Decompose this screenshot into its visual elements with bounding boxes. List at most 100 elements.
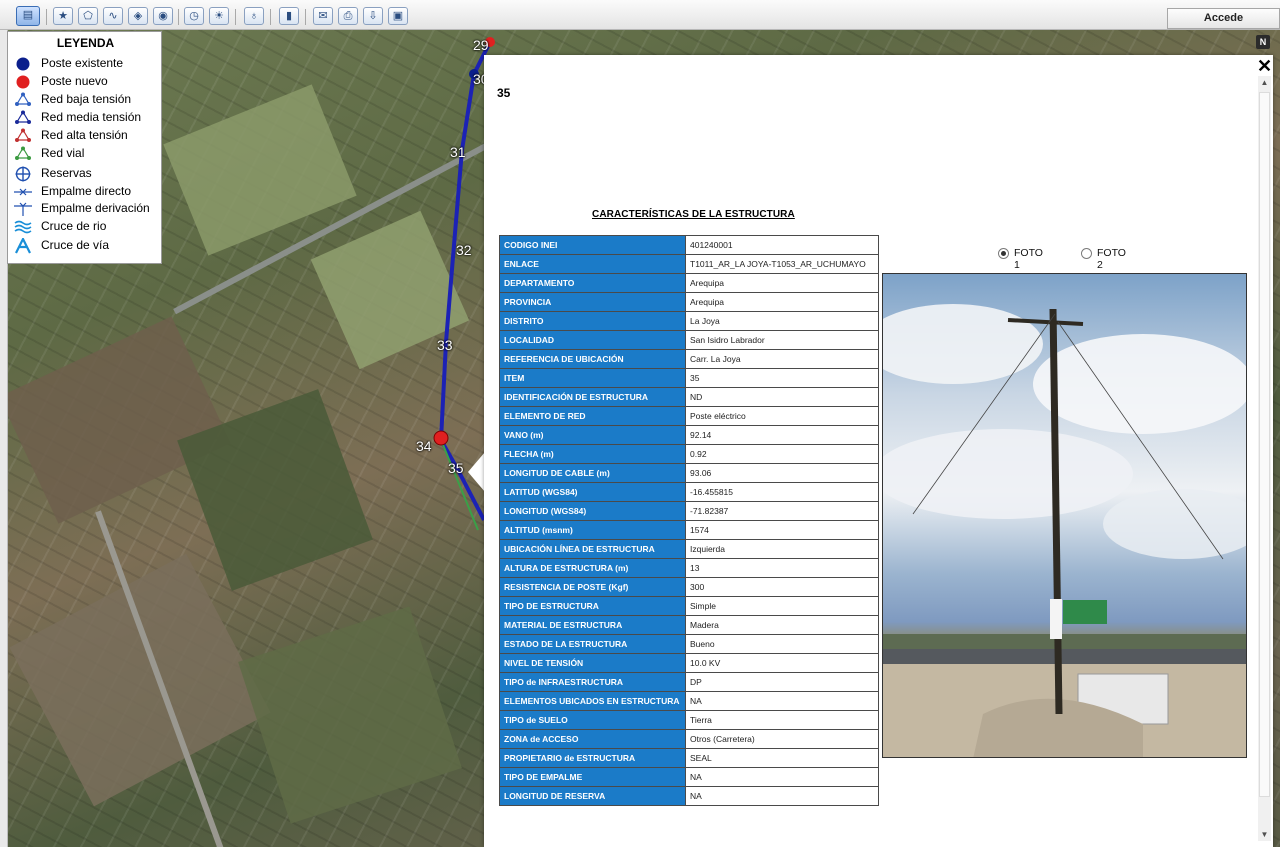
- layer-panel-icon[interactable]: ▤: [16, 6, 40, 26]
- top-toolbar: ▤ ★ ⬠ ∿ ◈ ◉ ◷ ☀ ♁ ▮ ✉ ⎙ ⇩ ▣ Accede: [0, 0, 1280, 30]
- property-row: LONGITUD DE RESERVA NA: [499, 786, 879, 806]
- property-key: LONGITUD DE CABLE (m): [499, 463, 686, 483]
- property-key: CODIGO INEI: [499, 235, 686, 255]
- legend-item-high-voltage: Red alta tensión: [14, 127, 162, 145]
- property-key: ZONA de ACCESO: [499, 729, 686, 749]
- add-placemark-icon[interactable]: ★: [53, 7, 73, 25]
- property-key: VANO (m): [499, 425, 686, 445]
- close-icon[interactable]: ✕: [1257, 57, 1272, 75]
- legend-item-low-voltage: Red baja tensión: [14, 91, 162, 109]
- popup-scrollbar[interactable]: ▲ ▼: [1258, 76, 1271, 841]
- legend-item-river-crossing: Cruce de rio: [14, 218, 162, 236]
- property-value: NA: [685, 767, 879, 787]
- property-value: Izquierda: [685, 539, 879, 559]
- photo-1-radio[interactable]: [998, 248, 1009, 259]
- network-icon: [15, 110, 31, 124]
- property-key: NIVEL DE TENSIÓN: [499, 653, 686, 673]
- property-row: UBICACIÓN LÍNEA DE ESTRUCTURA Izquierda: [499, 539, 879, 559]
- view-in-maps-icon[interactable]: ▣: [388, 7, 408, 25]
- property-row: LONGITUD (WGS84) -71.82387: [499, 501, 879, 521]
- blue-dot-icon: [16, 57, 30, 71]
- property-row: CODIGO INEI 401240001: [499, 235, 879, 255]
- photo-2-label[interactable]: FOTO 2: [1097, 247, 1126, 271]
- property-key: TIPO DE ESTRUCTURA: [499, 596, 686, 616]
- property-row: ALTURA DE ESTRUCTURA (m) 13: [499, 558, 879, 578]
- historical-imagery-icon[interactable]: ◷: [184, 7, 204, 25]
- network-icon: [15, 128, 31, 142]
- property-row: DISTRITO La Joya: [499, 311, 879, 331]
- property-value: SEAL: [685, 748, 879, 768]
- sunlight-icon[interactable]: ☀: [209, 7, 229, 25]
- ruler-icon[interactable]: ▮: [279, 7, 299, 25]
- scroll-thumb[interactable]: [1259, 92, 1270, 797]
- photo-2-radio[interactable]: [1081, 248, 1092, 259]
- add-overlay-icon[interactable]: ◈: [128, 7, 148, 25]
- property-key: LONGITUD DE RESERVA: [499, 786, 686, 806]
- crosshair-icon: [15, 166, 31, 182]
- property-key: PROPIETARIO de ESTRUCTURA: [499, 748, 686, 768]
- property-row: ZONA de ACCESO Otros (Carretera): [499, 729, 879, 749]
- network-icon: [15, 146, 31, 160]
- legend-item-existing-pole: Poste existente: [14, 55, 162, 73]
- legend-panel: LEYENDA Poste existente Poste nuevo Red …: [7, 31, 162, 264]
- property-row: DEPARTAMENTO Arequipa: [499, 273, 879, 293]
- property-value: 92.14: [685, 425, 879, 445]
- property-row: LONGITUD DE CABLE (m) 93.06: [499, 463, 879, 483]
- properties-table: CODIGO INEI 401240001 ENLACE T1011_AR_LA JO…: [499, 235, 879, 806]
- property-key: ENLACE: [499, 254, 686, 274]
- add-path-icon[interactable]: ∿: [103, 7, 123, 25]
- property-value: Arequipa: [685, 273, 879, 293]
- legend-item-label: Red media tensión: [41, 110, 142, 124]
- property-key: RESISTENCIA DE POSTE (Kgf): [499, 577, 686, 597]
- add-polygon-icon[interactable]: ⬠: [78, 7, 98, 25]
- email-icon[interactable]: ✉: [313, 7, 333, 25]
- road-cross-icon: [15, 238, 31, 254]
- medium-voltage-line: [438, 41, 492, 521]
- save-image-icon[interactable]: ⇩: [363, 7, 383, 25]
- legend-item-label: Cruce de rio: [41, 219, 107, 233]
- north-indicator[interactable]: N: [1256, 35, 1270, 49]
- pole-label: 29: [473, 37, 489, 53]
- property-row: ALTITUD (msnm) 1574: [499, 520, 879, 540]
- property-key: ITEM: [499, 368, 686, 388]
- property-value: 35: [685, 368, 879, 388]
- property-row: TIPO de INFRAESTRUCTURA DP: [499, 672, 879, 692]
- property-row: REFERENCIA DE UBICACIÓN Carr. La Joya: [499, 349, 879, 369]
- pole-label: 34: [416, 438, 432, 454]
- property-value: 401240001: [685, 235, 879, 255]
- property-value: Simple: [685, 596, 879, 616]
- pole-photo-drawing: [883, 304, 1246, 757]
- popup-title: 35: [497, 86, 511, 100]
- new-pole-marker[interactable]: [433, 430, 449, 446]
- property-value: NA: [685, 691, 879, 711]
- legend-item-road-network: Red vial: [14, 145, 162, 163]
- print-icon[interactable]: ⎙: [338, 7, 358, 25]
- property-row: TIPO de SUELO Tierra: [499, 710, 879, 730]
- access-button[interactable]: Accede: [1167, 8, 1280, 29]
- scroll-up-icon[interactable]: ▲: [1258, 76, 1271, 89]
- property-value: 13: [685, 558, 879, 578]
- toolbar-separator: [270, 9, 271, 25]
- scroll-down-icon[interactable]: ▼: [1258, 828, 1271, 841]
- property-key: LOCALIDAD: [499, 330, 686, 350]
- property-value: 0.92: [685, 444, 879, 464]
- property-value: 300: [685, 577, 879, 597]
- legend-item-branch-splice: Empalme derivación: [14, 200, 162, 218]
- property-row: PROPIETARIO de ESTRUCTURA SEAL: [499, 748, 879, 768]
- legend-item-road-crossing: Cruce de vía: [14, 237, 162, 255]
- property-key: FLECHA (m): [499, 444, 686, 464]
- property-value: 1574: [685, 520, 879, 540]
- legend-item-medium-voltage: Red media tensión: [14, 109, 162, 127]
- property-key: UBICACIÓN LÍNEA DE ESTRUCTURA: [499, 539, 686, 559]
- planet-switch-icon[interactable]: ♁: [244, 7, 264, 25]
- legend-item-label: Empalme derivación: [41, 201, 150, 215]
- network-icon: [15, 92, 31, 106]
- legend-item-label: Empalme directo: [41, 184, 132, 198]
- property-row: LOCALIDAD San Isidro Labrador: [499, 330, 879, 350]
- legend-title: LEYENDA: [56, 36, 115, 50]
- property-key: DEPARTAMENTO: [499, 273, 686, 293]
- property-value: T1011_AR_LA JOYA-T1053_AR_UCHUMAYO: [685, 254, 879, 274]
- record-tour-icon[interactable]: ◉: [153, 7, 173, 25]
- photo-1-label[interactable]: FOTO 1: [1014, 247, 1043, 271]
- property-value: Poste eléctrico: [685, 406, 879, 426]
